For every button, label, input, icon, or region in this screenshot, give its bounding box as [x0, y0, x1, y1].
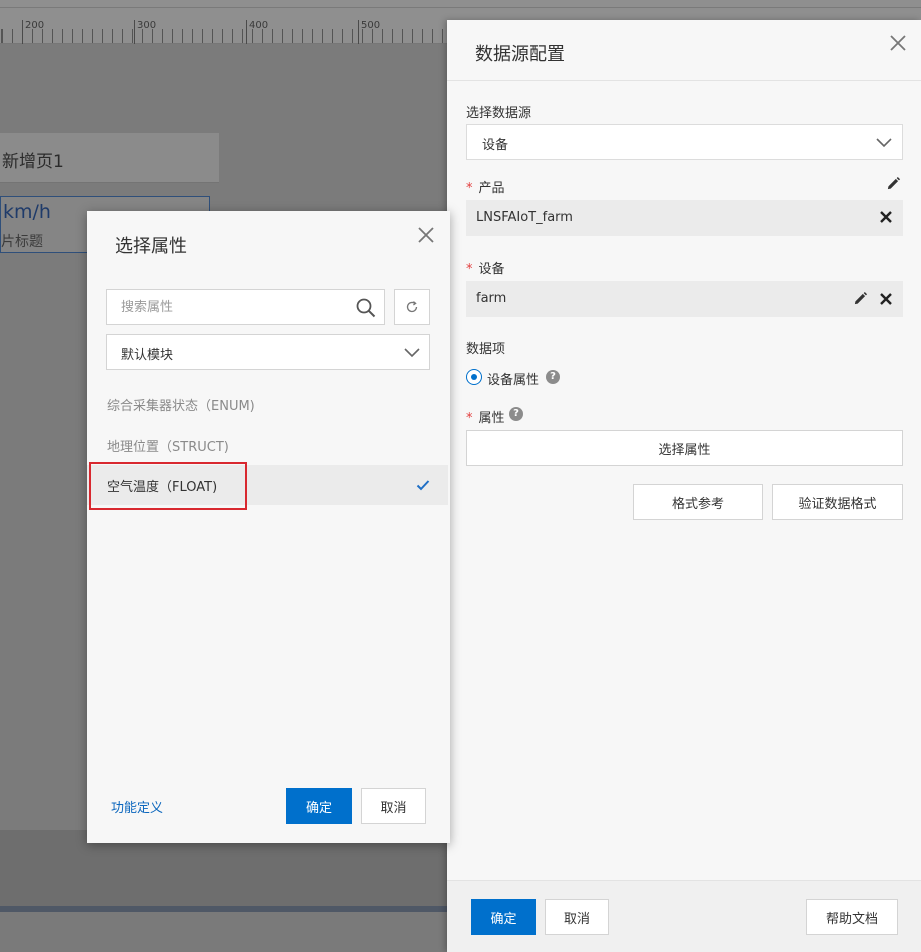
clear-device-icon[interactable] [879, 292, 893, 306]
ruler-label: 200 [25, 20, 45, 31]
required-mark: * [466, 181, 473, 196]
module-value: 默认模块 [121, 348, 174, 363]
modal-title: 选择属性 [115, 236, 187, 257]
validate-format-button[interactable]: 验证数据格式 [772, 484, 903, 520]
ruler-top-strip [0, 0, 921, 8]
modal-cancel-button[interactable]: 取消 [361, 788, 426, 824]
property-label: * 属性 [466, 407, 505, 426]
product-value: LNSFAIoT_farm [476, 210, 573, 225]
ruler-major-tick [134, 20, 135, 44]
editor-bottom-area [0, 912, 447, 952]
device-label: * 设备 [466, 258, 505, 277]
ruler-major-tick [22, 20, 23, 44]
modal-confirm-button[interactable]: 确定 [286, 788, 352, 824]
chevron-down-icon [404, 348, 420, 358]
product-label: * 产品 [466, 177, 505, 196]
property-list-item-selected[interactable]: 空气温度（FLOAT) [87, 465, 448, 505]
property-item-label: 空气温度（FLOAT) [107, 480, 218, 495]
product-label-text: 产品 [478, 181, 505, 196]
required-mark: * [466, 262, 473, 277]
edit-product-icon[interactable] [886, 176, 901, 191]
drawer-title: 数据源配置 [475, 44, 565, 65]
device-field: farm [466, 281, 903, 317]
ruler-major-tick [358, 20, 359, 44]
refresh-icon [406, 301, 418, 313]
property-label-text: 属性 [478, 411, 505, 426]
device-property-radio[interactable] [466, 369, 482, 385]
refresh-button[interactable] [394, 289, 430, 325]
datasource-config-drawer: 数据源配置 选择数据源 设备 * 产品 LNSFAIoT_farm * 设备 far… [447, 20, 921, 952]
drawer-footer: 确定 取消 帮助文档 [447, 880, 921, 952]
property-item-label: 地理位置（STRUCT) [107, 440, 229, 455]
property-list-item[interactable]: 综合采集器状态（ENUM) [87, 384, 448, 424]
close-icon[interactable] [888, 33, 908, 53]
function-definition-link[interactable]: 功能定义 [111, 797, 163, 816]
product-field: LNSFAIoT_farm [466, 200, 903, 236]
search-input[interactable] [106, 289, 385, 325]
ruler-major-tick [246, 20, 247, 44]
property-item-label: 综合采集器状态（ENUM) [107, 399, 255, 414]
select-property-button[interactable]: 选择属性 [466, 430, 903, 466]
drawer-confirm-button[interactable]: 确定 [471, 899, 536, 935]
edit-device-icon[interactable] [853, 291, 868, 306]
help-icon[interactable]: ? [546, 370, 560, 384]
device-property-radio-label: 设备属性 [487, 373, 540, 388]
close-icon[interactable] [416, 225, 436, 245]
select-property-modal: 选择属性 默认模块 综合采集器状态（ENUM) 地理位置（STRUCT) 空气温… [87, 211, 450, 843]
search-icon[interactable] [355, 297, 377, 319]
ruler-label: 400 [249, 20, 269, 31]
help-doc-button[interactable]: 帮助文档 [806, 899, 898, 935]
drawer-header: 数据源配置 [447, 20, 921, 81]
page-tab-title: 新增页1 [2, 152, 64, 172]
device-value: farm [476, 291, 507, 306]
module-select[interactable]: 默认模块 [106, 334, 430, 370]
device-label-text: 设备 [478, 262, 505, 277]
help-icon[interactable]: ? [509, 407, 523, 421]
checkmark-icon [416, 480, 430, 491]
clear-product-icon[interactable] [879, 210, 893, 224]
datasource-label: 选择数据源 [466, 106, 532, 121]
format-reference-button[interactable]: 格式参考 [633, 484, 763, 520]
required-mark: * [466, 411, 473, 426]
page-tab: 新增页1 [0, 133, 219, 183]
drawer-cancel-button[interactable]: 取消 [545, 899, 609, 935]
ruler-label: 300 [137, 20, 157, 31]
widget-value: km/h [3, 201, 51, 223]
data-item-label: 数据项 [466, 342, 506, 357]
datasource-value: 设备 [482, 138, 509, 153]
ruler-label: 500 [361, 20, 381, 31]
property-list-item[interactable]: 地理位置（STRUCT) [87, 425, 448, 465]
datasource-select[interactable]: 设备 [466, 124, 903, 160]
chevron-down-icon [876, 138, 892, 148]
widget-subtitle: 片标题 [1, 234, 43, 250]
